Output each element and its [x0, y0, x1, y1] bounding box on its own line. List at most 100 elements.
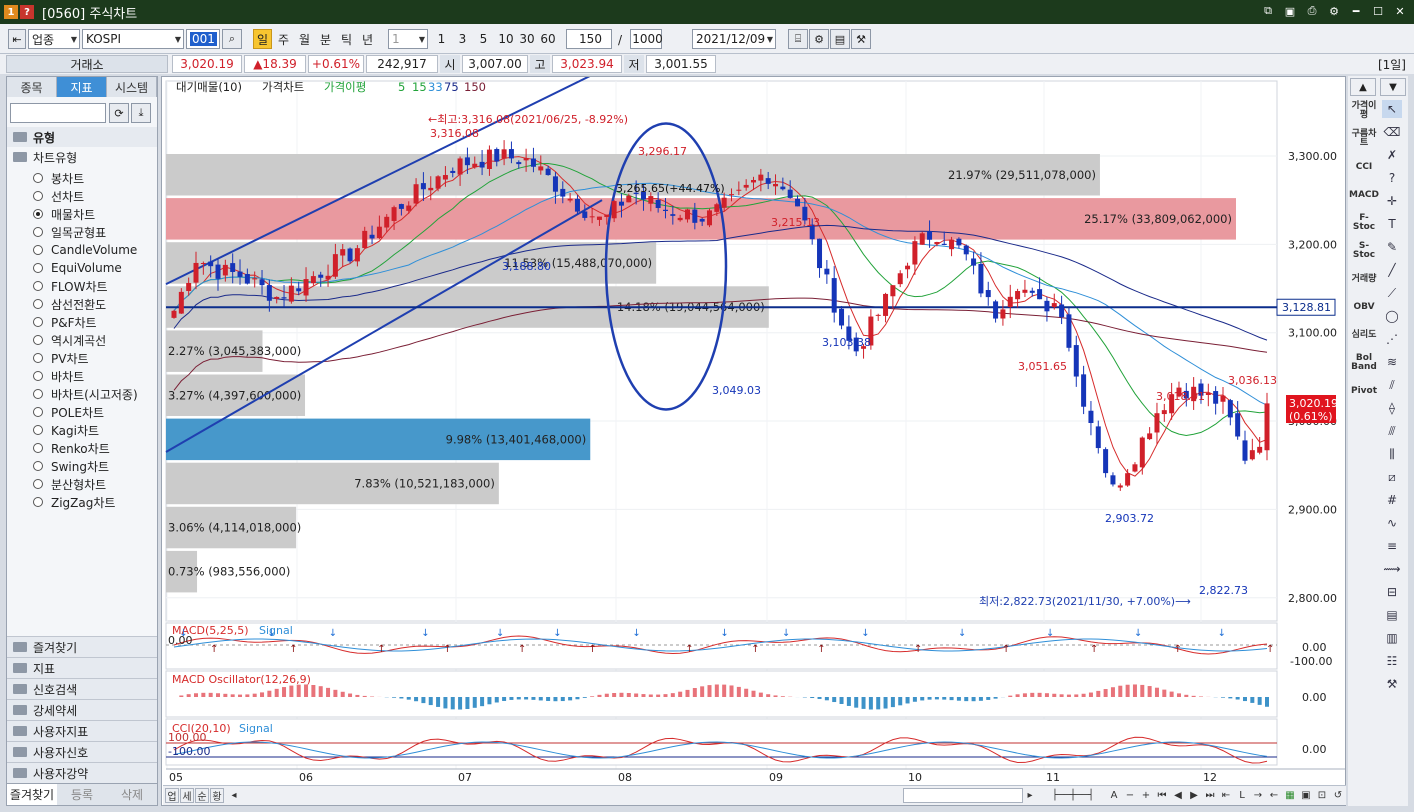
radio-button[interactable]	[33, 317, 43, 327]
indicator-shortcut-button[interactable]: Pivot	[1350, 380, 1378, 402]
save-icon[interactable]: ▣	[1299, 788, 1313, 803]
arrow-left-icon[interactable]: ←	[1267, 788, 1281, 803]
print-icon[interactable]: ⎙	[1304, 3, 1320, 19]
indicator-shortcut-button[interactable]: CCI	[1350, 156, 1378, 178]
pencil-icon[interactable]: ✎	[1382, 238, 1402, 256]
wrench-icon[interactable]: ⚒	[1382, 675, 1402, 693]
zoom-slider[interactable]: ├──┼──┤	[1043, 788, 1103, 803]
chart-type-option[interactable]: 삼선전환도	[33, 295, 106, 313]
zoom-in-icon[interactable]: +	[1139, 788, 1153, 803]
radio-button[interactable]	[33, 479, 43, 489]
chart-type-option[interactable]: CandleVolume	[33, 241, 137, 259]
radio-button[interactable]	[33, 299, 43, 309]
window-icon[interactable]: ⊟	[1382, 583, 1402, 601]
reset-icon[interactable]: ↺	[1331, 788, 1345, 803]
scroll-thumb[interactable]	[903, 788, 1023, 803]
radio-button[interactable]	[33, 191, 43, 201]
settings-icon[interactable]: ⚙	[1326, 3, 1342, 19]
period-minute-button[interactable]: 분	[316, 29, 335, 49]
line-icon[interactable]: L	[1235, 788, 1249, 803]
latest-icon[interactable]: ⇤	[1219, 788, 1233, 803]
minimize-icon[interactable]: ━	[1348, 3, 1364, 19]
tools-icon[interactable]: ⚒	[851, 29, 871, 49]
maximize-icon[interactable]: ☐	[1370, 3, 1386, 19]
tab-delete[interactable]: 삭제	[107, 783, 157, 805]
chart-type-option[interactable]: 매물차트	[33, 205, 95, 223]
chart-type-option[interactable]: 바차트(시고저종)	[33, 385, 138, 403]
scroll-tab-up[interactable]: 업	[165, 788, 179, 803]
section-user-indicators[interactable]: 사용자지표	[7, 720, 157, 741]
panel-down-icon[interactable]: ▼	[1380, 78, 1406, 96]
last-page-icon[interactable]: ⏭	[1203, 788, 1217, 803]
regression-icon[interactable]: ⋰	[1382, 330, 1402, 348]
quick-1-button[interactable]: 1	[432, 29, 451, 49]
chart-type-option[interactable]: 선차트	[33, 187, 84, 205]
chart-type-option[interactable]: Renko차트	[33, 439, 110, 457]
radio-button[interactable]	[33, 389, 43, 399]
indicator-search-input[interactable]	[10, 103, 106, 123]
radio-button[interactable]	[33, 245, 43, 255]
arrow-right-icon[interactable]: →	[1251, 788, 1265, 803]
scroll-left-icon[interactable]: ◂	[227, 788, 241, 803]
tab-indicator[interactable]: 지표	[57, 77, 107, 97]
fibonacci-icon[interactable]: ≋	[1382, 353, 1402, 371]
count-stepper[interactable]: 150	[566, 29, 612, 49]
index-select[interactable]: KOSPI	[82, 29, 184, 49]
chart-type-option[interactable]: 역시계곡선	[33, 331, 106, 349]
new-window-icon[interactable]: ⧉	[1260, 3, 1276, 19]
section-indicators[interactable]: 지표	[7, 657, 157, 678]
chart-type-option[interactable]: FLOW차트	[33, 277, 108, 295]
chart-type-option[interactable]: Kagi차트	[33, 421, 99, 439]
circle-icon[interactable]: ◯	[1382, 307, 1402, 325]
cycle-icon[interactable]: ⫼	[1382, 445, 1402, 463]
chart-config-icon[interactable]: ⌸	[788, 29, 808, 49]
channel-icon[interactable]: ⧄	[1382, 468, 1402, 486]
chart-area[interactable]: 21.97% (29,511,078,000) 25.17% (33,809,06…	[161, 74, 1346, 806]
quick-5-button[interactable]: 5	[474, 29, 493, 49]
period-year-button[interactable]: 년	[358, 29, 377, 49]
chart-type-option[interactable]: 일목균형표	[33, 223, 106, 241]
chart-type-option[interactable]: 바차트	[33, 367, 84, 385]
chart-type-option[interactable]: 봉차트	[33, 169, 84, 187]
section-user-signals[interactable]: 사용자신호	[7, 741, 157, 762]
excel-icon[interactable]: ▦	[1283, 788, 1297, 803]
max-count-input[interactable]: 1000	[630, 29, 663, 49]
period-week-button[interactable]: 주	[274, 29, 293, 49]
indicator-shortcut-button[interactable]: 심리도	[1350, 324, 1378, 346]
quick-3-button[interactable]: 3	[453, 29, 472, 49]
radio-button[interactable]	[33, 371, 43, 381]
period-day-button[interactable]: 일	[253, 29, 272, 49]
section-signal-search[interactable]: 신호검색	[7, 678, 157, 699]
interval-select[interactable]: 1	[388, 29, 428, 49]
ray-line-icon[interactable]: ⟋	[1382, 284, 1402, 302]
crosshair-icon[interactable]: ✛	[1382, 192, 1402, 210]
radio-button[interactable]	[33, 461, 43, 471]
indicator-shortcut-button[interactable]: 거래량	[1350, 268, 1378, 290]
indicator-shortcut-button[interactable]: 구름차트	[1350, 128, 1378, 150]
indicator-shortcut-button[interactable]: Bol Band	[1350, 352, 1378, 374]
scroll-right-icon[interactable]: ▸	[1023, 788, 1037, 803]
code-input[interactable]: 001	[186, 29, 220, 49]
chart-type-option[interactable]: 분산형차트	[33, 475, 106, 493]
zoom-out-icon[interactable]: −	[1123, 788, 1137, 803]
radio-button[interactable]	[33, 497, 43, 507]
indicator-shortcut-button[interactable]: F-Stoc	[1350, 212, 1378, 234]
chart-type-option[interactable]: P&F차트	[33, 313, 97, 331]
tab-stock[interactable]: 종목	[7, 77, 57, 97]
date-picker[interactable]: 2021/12/09	[692, 29, 776, 49]
refresh-icon[interactable]: ⟳	[109, 103, 129, 123]
chart-scrollbar[interactable]: 업 세 순 황 ◂ ▸ ├──┼──┤ A − + ⏮ ◀ ▶ ⏭ ⇤ L → …	[163, 785, 1346, 805]
indicator-shortcut-button[interactable]: MACD	[1349, 184, 1379, 206]
chart-type-option[interactable]: ZigZag차트	[33, 493, 115, 511]
screenshot-icon[interactable]: ⊡	[1315, 788, 1329, 803]
save-chart-icon[interactable]: ▤	[830, 29, 850, 49]
quick-60-button[interactable]: 60	[537, 29, 559, 49]
auto-icon[interactable]: ⟿	[1382, 560, 1402, 578]
radio-button[interactable]	[33, 227, 43, 237]
radio-button[interactable]	[33, 209, 43, 219]
chart-type-tree-node[interactable]: 차트유형	[7, 147, 157, 167]
radio-button[interactable]	[33, 353, 43, 363]
radio-button[interactable]	[33, 263, 43, 273]
period-month-button[interactable]: 월	[295, 29, 314, 49]
radio-button[interactable]	[33, 443, 43, 453]
